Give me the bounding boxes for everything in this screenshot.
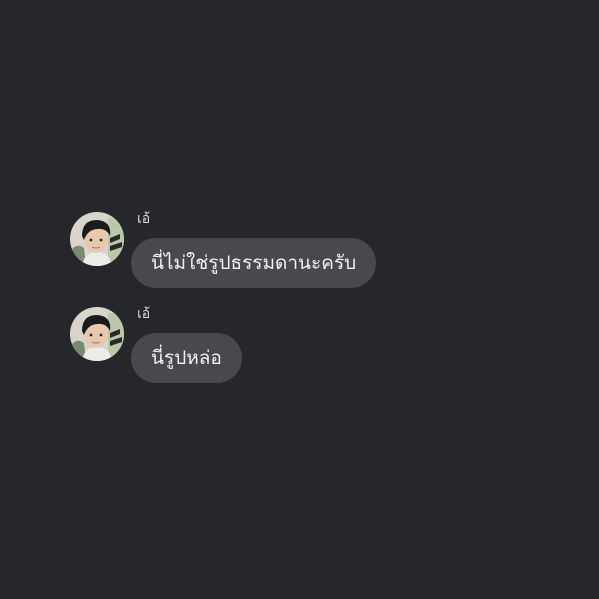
sender-name: เอ้ — [137, 211, 151, 227]
chat-thread: เอ้ นี่ไม่ใช่รูปธรรมดานะครับ เอ้ นี่รูปห… — [0, 0, 599, 599]
message-bubble[interactable]: นี่รูปหล่อ — [131, 333, 242, 383]
avatar[interactable] — [70, 212, 124, 266]
sender-name: เอ้ — [137, 306, 151, 322]
user-avatar-photo-icon — [70, 212, 124, 266]
message-bubble[interactable]: นี่ไม่ใช่รูปธรรมดานะครับ — [131, 238, 377, 288]
avatar[interactable] — [70, 307, 124, 361]
user-avatar-photo-icon — [70, 307, 124, 361]
